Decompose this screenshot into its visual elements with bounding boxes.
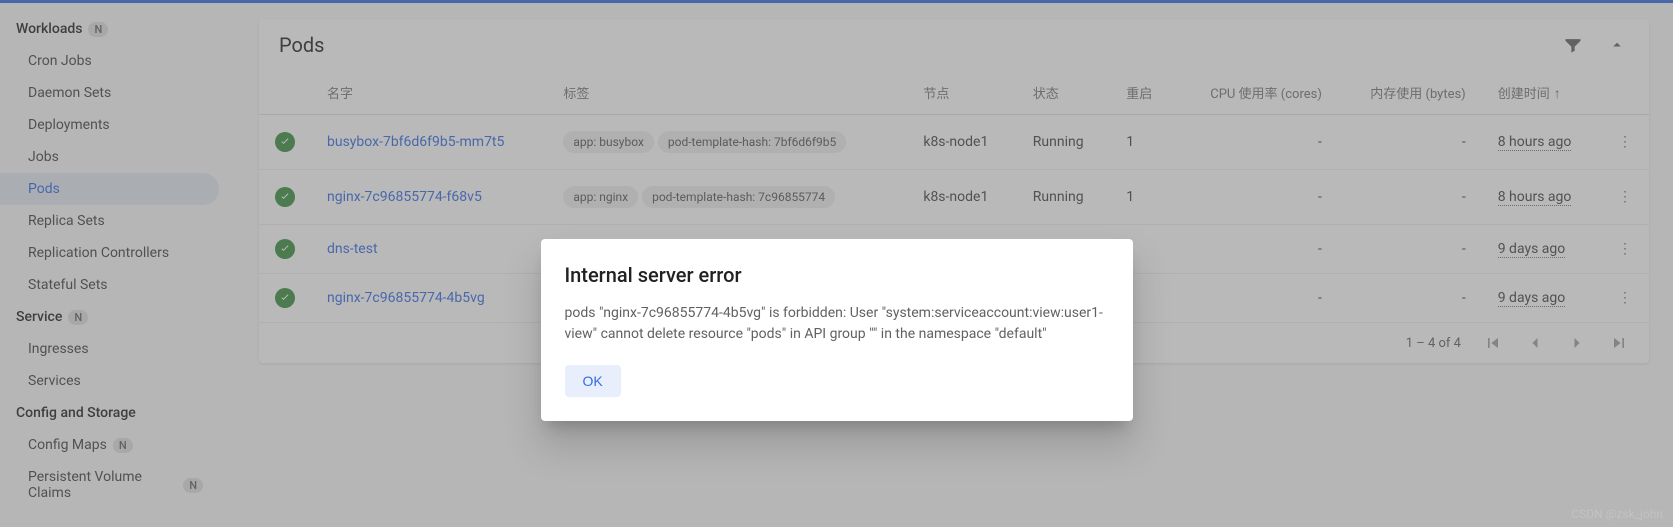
dialog-message: pods "nginx-7c96855774-4b5vg" is forbidd… <box>565 303 1109 345</box>
error-dialog: Internal server error pods "nginx-7c9685… <box>541 239 1133 421</box>
watermark: CSDN @zsk_john <box>1571 507 1663 521</box>
dialog-title: Internal server error <box>565 263 1109 287</box>
ok-button[interactable]: OK <box>565 365 621 397</box>
